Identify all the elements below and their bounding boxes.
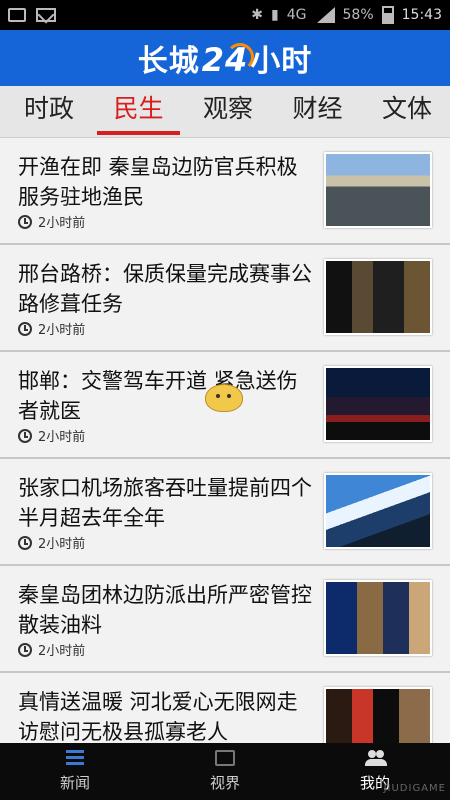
sim-icon: ▮	[271, 7, 279, 23]
bottom-nav: 新闻 视界 我的	[0, 743, 450, 800]
mascot-sticker-icon	[205, 384, 245, 414]
watermark: JIUDIGAME	[383, 783, 446, 794]
signal-icon	[315, 7, 335, 23]
brand-logo: 长城 24 小时	[138, 36, 313, 80]
news-thumbnail	[324, 473, 432, 549]
tab-finance[interactable]: 财经	[292, 86, 342, 138]
news-time: 2小时前	[38, 323, 86, 338]
clock-icon	[18, 642, 32, 657]
nav-video-label: 视界	[209, 774, 240, 792]
mascot-eye	[216, 394, 220, 398]
tab-culture-sports[interactable]: 文体	[382, 86, 432, 138]
mail-icon	[36, 8, 56, 22]
clock-time: 15:43	[401, 7, 442, 23]
tab-observation[interactable]: 观察	[203, 86, 253, 138]
news-title: 邢台路桥：保质保量完成赛事公路修葺任务	[18, 262, 312, 316]
clock-icon	[18, 214, 32, 229]
news-item[interactable]: 秦皇岛团林边防派出所严密管控散装油料 2小时前	[0, 566, 450, 673]
app-header: 长城 24 小时	[0, 30, 450, 86]
news-meta: 2小时前	[18, 640, 85, 659]
clock-icon	[18, 535, 32, 550]
news-meta: 2小时前	[18, 426, 85, 445]
video-icon	[215, 750, 235, 766]
news-thumbnail	[324, 580, 432, 656]
news-thumbnail	[324, 366, 432, 442]
news-item[interactable]: 邢台路桥：保质保量完成赛事公路修葺任务 2小时前	[0, 245, 450, 352]
brand-prefix: 长城	[137, 44, 200, 79]
mascot-eye	[227, 394, 231, 398]
news-thumbnail	[324, 152, 432, 228]
news-title: 张家口机场旅客吞吐量提前四个半月超去年全年	[18, 476, 312, 530]
news-meta: 2小时前	[18, 212, 85, 231]
news-title: 开渔在即 秦皇岛边防官兵积极服务驻地渔民	[18, 155, 298, 209]
battery-icon	[381, 6, 394, 24]
status-bar: ✱ ▮ 4G 58% 15:43	[0, 0, 450, 30]
news-title: 邯郸：交警驾车开道 紧急送伤者就医	[18, 369, 298, 423]
news-icon	[66, 750, 84, 766]
news-item[interactable]: 真情送温暖 河北爱心无限网走访慰问无极县孤寡老人	[0, 673, 450, 743]
news-list: 开渔在即 秦皇岛边防官兵积极服务驻地渔民 2小时前 邢台路桥：保质保量完成赛事公…	[0, 138, 450, 743]
battery-percent: 58%	[342, 7, 374, 23]
news-thumbnail	[324, 259, 432, 335]
nav-news[interactable]: 新闻	[0, 743, 150, 800]
nav-video[interactable]: 视界	[150, 743, 300, 800]
news-title: 真情送温暖 河北爱心无限网走访慰问无极县孤寡老人	[18, 690, 298, 743]
mascot-body	[205, 384, 243, 412]
category-tabs: 时政 民生 观察 财经 文体	[0, 86, 450, 138]
tab-livelihood[interactable]: 民生	[97, 86, 180, 138]
news-item[interactable]: 张家口机场旅客吞吐量提前四个半月超去年全年 2小时前	[0, 459, 450, 566]
news-time: 2小时前	[38, 537, 86, 552]
news-time: 2小时前	[38, 644, 86, 659]
news-title: 秦皇岛团林边防派出所严密管控散装油料	[18, 583, 312, 637]
brand-suffix: 小时	[250, 44, 313, 79]
news-item[interactable]: 开渔在即 秦皇岛边防官兵积极服务驻地渔民 2小时前	[0, 138, 450, 245]
news-meta: 2小时前	[18, 319, 85, 338]
image-icon	[8, 8, 26, 22]
news-time: 2小时前	[38, 430, 86, 445]
me-icon	[365, 750, 387, 766]
brand-number: 24	[201, 41, 254, 79]
clock-icon	[18, 321, 32, 336]
nav-news-label: 新闻	[59, 774, 90, 792]
news-time: 2小时前	[38, 216, 86, 231]
tab-politics[interactable]: 时政	[24, 86, 74, 138]
bluetooth-icon: ✱	[251, 7, 264, 23]
network-type: 4G	[286, 7, 307, 23]
news-meta: 2小时前	[18, 533, 85, 552]
news-thumbnail	[324, 687, 432, 743]
clock-icon	[18, 428, 32, 443]
